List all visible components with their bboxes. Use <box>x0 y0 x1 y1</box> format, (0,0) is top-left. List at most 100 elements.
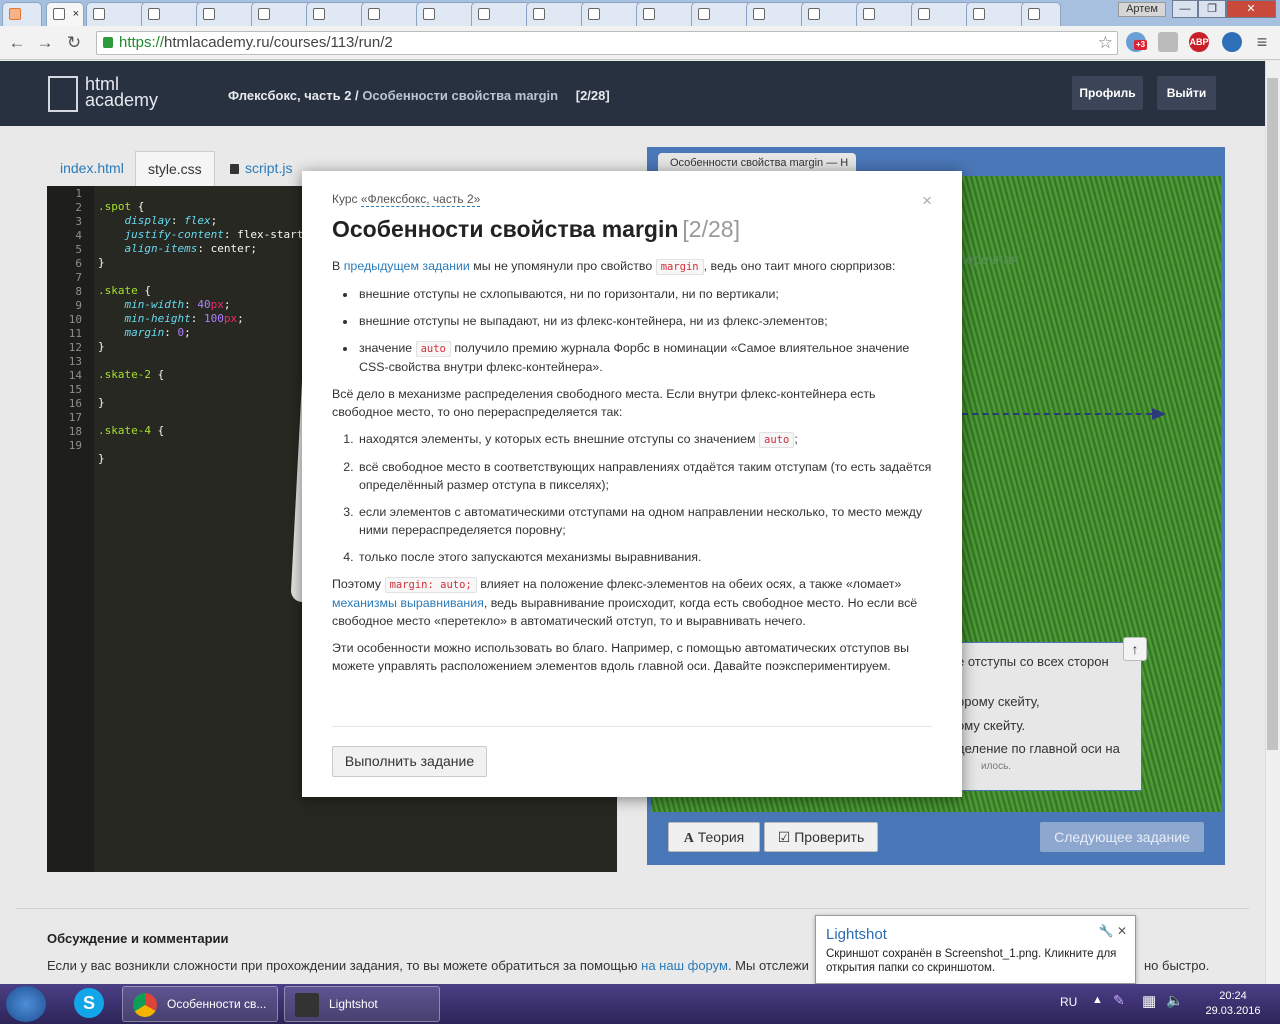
browser-tab-active[interactable]: × <box>46 2 84 26</box>
menu-icon[interactable]: ≡ <box>1252 32 1272 52</box>
reload-icon[interactable]: ↻ <box>64 33 84 53</box>
browser-tab[interactable] <box>251 2 311 26</box>
bullet-list: внешние отступы не схлопываются, ни по г… <box>357 285 934 376</box>
list-item: внешние отступы не схлопываются, ни по г… <box>357 285 934 303</box>
close-icon[interactable]: × <box>922 191 932 211</box>
site-logo-text[interactable]: html academy <box>85 75 158 109</box>
previous-task-link[interactable]: предыдущем задании <box>344 259 470 273</box>
forward-icon[interactable]: → <box>35 33 55 53</box>
modal-divider <box>332 726 932 727</box>
shield-icon[interactable] <box>1158 32 1178 52</box>
alignment-link[interactable]: механизмы выравнивания <box>332 596 484 610</box>
task-line: илось. <box>981 761 1012 772</box>
close-icon[interactable]: ✕ <box>1117 924 1127 938</box>
code-line: min-width: 40px; <box>124 298 231 311</box>
scrollbar-thumb[interactable] <box>1267 78 1278 750</box>
forum-link[interactable]: на наш форум <box>641 958 728 973</box>
chrome-icon <box>133 993 157 1017</box>
browser-tab[interactable] <box>966 2 1026 26</box>
minimize-button[interactable]: — <box>1172 0 1198 18</box>
taskbar-clock[interactable]: 20:24 29.03.2016 <box>1198 989 1268 1019</box>
lock-icon <box>230 164 239 174</box>
discussion-title: Обсуждение и комментарии <box>47 931 229 946</box>
browser-tab[interactable] <box>471 2 531 26</box>
start-task-button[interactable]: Выполнить задание <box>332 746 487 777</box>
taskbar-lightshot-title: Lightshot <box>329 997 378 1011</box>
extension-cloud-icon[interactable]: +3 <box>1126 32 1148 52</box>
tab-index-html[interactable]: index.html <box>48 151 136 186</box>
profile-button[interactable]: Профиль <box>1072 76 1143 110</box>
bookmark-star-icon[interactable]: ☆ <box>1098 32 1113 54</box>
code-auto: auto <box>759 432 795 448</box>
clock-date: 29.03.2016 <box>1205 1005 1261 1017</box>
close-window-button[interactable]: ✕ <box>1226 0 1276 18</box>
tab-style-css[interactable]: style.css <box>135 151 215 186</box>
lightshot-icon <box>295 993 319 1017</box>
taskbar-chrome[interactable]: Особенности св... <box>122 986 278 1022</box>
browser-tab[interactable] <box>416 2 476 26</box>
volume-icon[interactable]: 🔈 <box>1166 992 1183 1009</box>
collapse-up-icon[interactable]: ↑ <box>1123 637 1147 661</box>
page-icon <box>313 8 325 20</box>
windows-taskbar: S Особенности св... Lightshot RU ▲ ✎ ▦ 🔈… <box>0 984 1280 1024</box>
page-icon <box>478 8 490 20</box>
browser-tab[interactable] <box>86 2 146 26</box>
academy-logo-icon[interactable] <box>48 76 78 112</box>
task-line: ому скейту. <box>957 718 1026 733</box>
adblock-icon[interactable]: ABP <box>1189 32 1209 52</box>
logout-button[interactable]: Выйти <box>1157 76 1216 110</box>
code-margin-auto: margin: auto; <box>384 577 477 593</box>
list-item: всё свободное место в соответствующих на… <box>357 458 934 494</box>
browser-tab[interactable] <box>196 2 256 26</box>
paragraph: Эти особенности можно использовать во бл… <box>332 641 910 673</box>
check-button[interactable]: ☑ Проверить <box>764 822 878 852</box>
browser-tab[interactable] <box>1021 2 1061 26</box>
browser-tab[interactable] <box>526 2 586 26</box>
tray-expand-icon[interactable]: ▲ <box>1092 994 1103 1006</box>
tab-script-js[interactable]: script.js <box>218 151 304 186</box>
browser-profile-chip[interactable]: Артем <box>1118 2 1166 17</box>
page-icon <box>588 8 600 20</box>
back-icon[interactable]: ← <box>7 33 27 53</box>
modal-title-text: Особенности свойства margin <box>332 216 679 242</box>
taskbar-lightshot[interactable]: Lightshot <box>284 986 440 1022</box>
code-text[interactable]: .spot { display: flex; justify-content: … <box>98 187 303 492</box>
windows-start-icon[interactable] <box>6 986 46 1022</box>
notification-controls: 🔧 ✕ <box>1099 924 1127 938</box>
browser-tab[interactable] <box>801 2 861 26</box>
modal-title-count: [2/28] <box>682 216 740 242</box>
code-auto: auto <box>415 341 451 357</box>
close-tab-icon[interactable]: × <box>73 8 79 20</box>
browser-tab[interactable] <box>2 2 42 26</box>
browser-tab[interactable] <box>911 2 971 26</box>
globe-icon[interactable] <box>1222 32 1242 52</box>
browser-tab[interactable] <box>746 2 806 26</box>
network-icon[interactable]: ▦ <box>1142 992 1156 1010</box>
browser-tab[interactable] <box>636 2 696 26</box>
list-item: если элементов с автоматическими отступа… <box>357 503 934 539</box>
tab-script-js-label: script.js <box>245 160 293 176</box>
page-icon <box>368 8 380 20</box>
address-bar[interactable]: https://htmlacademy.ru/courses/113/run/2… <box>96 31 1118 55</box>
theory-button[interactable]: A Теория <box>668 822 760 852</box>
breadcrumb-course[interactable]: Флексбокс, часть 2 / <box>228 88 359 103</box>
browser-tab[interactable] <box>361 2 421 26</box>
lightshot-tray-icon[interactable]: ✎ <box>1113 992 1125 1009</box>
course-link[interactable]: «Флексбокс, часть 2» <box>360 192 481 207</box>
browser-tab[interactable] <box>691 2 751 26</box>
next-task-button[interactable]: Следующее задание <box>1040 822 1204 852</box>
clock-time: 20:24 <box>1219 990 1247 1002</box>
preview-tab: Особенности свойства margin — H <box>658 153 856 173</box>
browser-tab[interactable] <box>306 2 366 26</box>
maximize-button[interactable]: ❐ <box>1198 0 1226 18</box>
browser-tab[interactable] <box>581 2 641 26</box>
language-indicator[interactable]: RU <box>1060 995 1077 1009</box>
browser-tab[interactable] <box>856 2 916 26</box>
settings-icon[interactable]: 🔧 <box>1099 924 1114 938</box>
breadcrumb-count: [2/28] <box>575 88 610 103</box>
browser-tab[interactable] <box>141 2 201 26</box>
page-icon <box>753 8 765 20</box>
lightshot-notification[interactable]: Lightshot 🔧 ✕ Скриншот сохранён в Screen… <box>815 915 1136 984</box>
skype-icon[interactable]: S <box>74 988 104 1018</box>
page-icon <box>1028 8 1040 20</box>
